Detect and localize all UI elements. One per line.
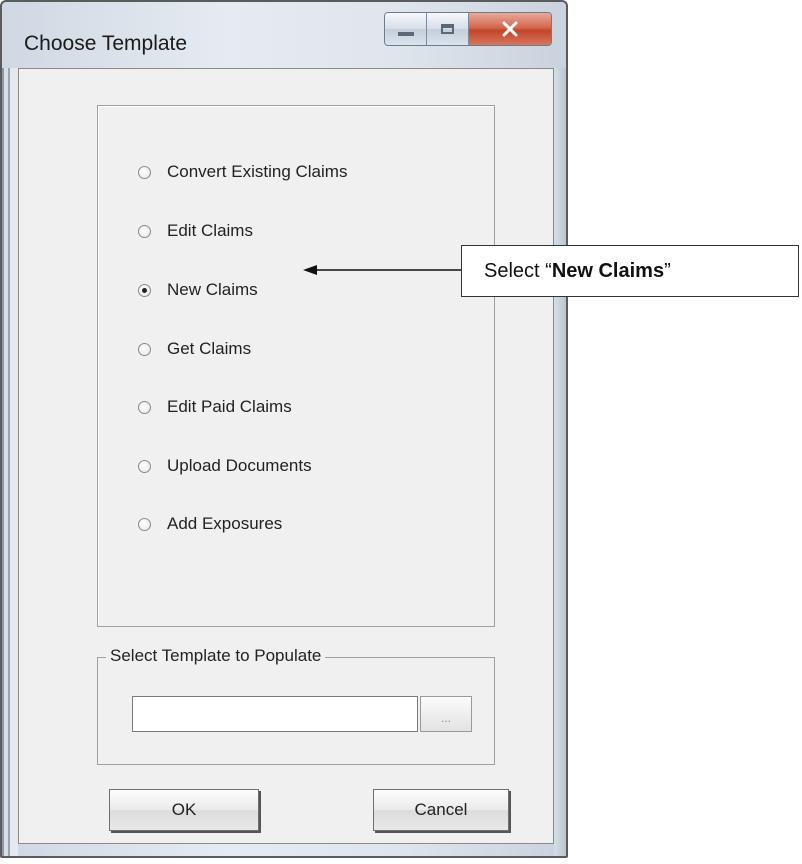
template-options-group: Convert Existing Claims Edit Claims New … (97, 105, 495, 627)
window-frame-left (2, 68, 18, 856)
option-label: New Claims (167, 280, 258, 299)
browse-button[interactable]: ... (420, 696, 472, 732)
option-add-exposures[interactable]: Add Exposures (138, 510, 282, 538)
radio-icon (138, 165, 151, 179)
minimize-icon (397, 32, 414, 36)
option-convert-existing-claims[interactable]: Convert Existing Claims (138, 158, 347, 186)
callout-bold-text: New Claims (551, 259, 665, 282)
maximize-button[interactable] (427, 13, 469, 45)
radio-selected-icon (138, 283, 151, 297)
template-path-input[interactable] (132, 696, 418, 732)
option-edit-paid-claims[interactable]: Edit Paid Claims (138, 393, 292, 421)
option-label: Convert Existing Claims (167, 162, 348, 181)
maximize-icon (441, 24, 454, 34)
dialog-client-area: Convert Existing Claims Edit Claims New … (18, 68, 554, 844)
close-icon (502, 21, 518, 37)
callout-arrow-icon (303, 265, 463, 275)
option-label: Upload Documents (167, 456, 312, 475)
window-title: Choose Template (24, 32, 188, 55)
radio-icon (138, 517, 151, 531)
option-get-claims[interactable]: Get Claims (138, 335, 251, 363)
callout-suffix: ” (664, 259, 671, 282)
template-path-group: Select Template to Populate ... (97, 646, 495, 765)
template-group-legend: Select Template to Populate (106, 646, 326, 666)
choose-template-dialog: Choose Template Convert Existing Claims … (0, 0, 568, 858)
option-label: Edit Paid Claims (167, 397, 292, 416)
radio-icon (138, 400, 151, 414)
option-new-claims[interactable]: New Claims (138, 276, 258, 304)
title-bar[interactable]: Choose Template (2, 2, 566, 68)
screenshot-stage: Choose Template Convert Existing Claims … (0, 0, 802, 864)
radio-icon (138, 342, 151, 356)
minimize-button[interactable] (385, 13, 427, 45)
ok-button[interactable]: OK (109, 789, 259, 831)
callout-prefix: Select “ (484, 259, 552, 282)
close-button[interactable] (469, 13, 551, 45)
caption-buttons (384, 12, 552, 46)
option-upload-documents[interactable]: Upload Documents (138, 452, 312, 480)
radio-icon (138, 224, 151, 238)
option-edit-claims[interactable]: Edit Claims (138, 217, 253, 245)
option-label: Get Claims (167, 339, 252, 358)
radio-icon (138, 459, 151, 473)
option-label: Edit Claims (167, 221, 253, 240)
instruction-callout: Select “New Claims” (461, 245, 799, 297)
option-label: Add Exposures (167, 514, 283, 533)
window-frame-right (554, 68, 566, 856)
cancel-button[interactable]: Cancel (373, 789, 509, 831)
